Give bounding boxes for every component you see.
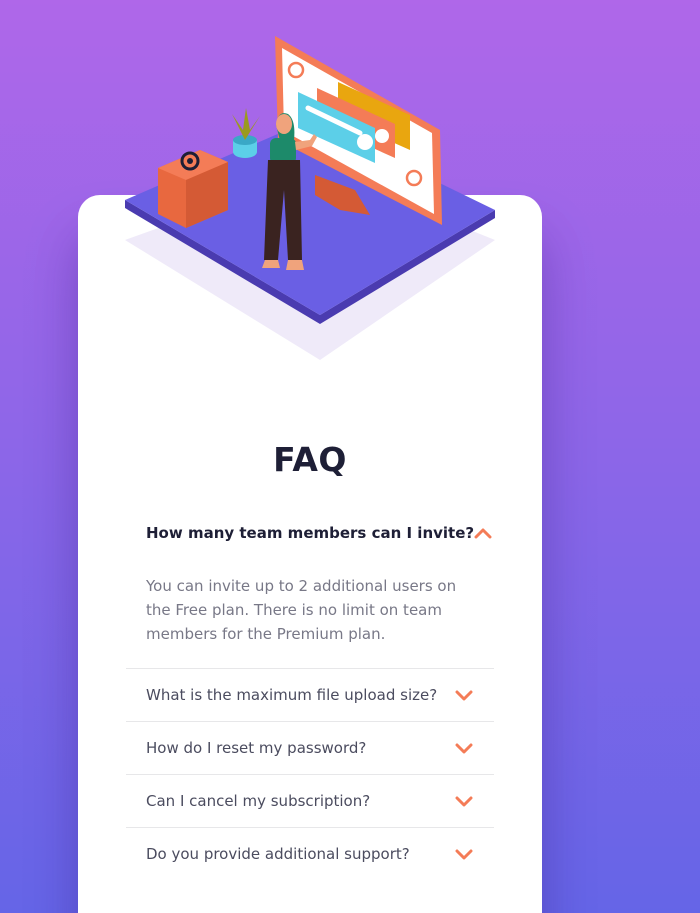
faq-item: How do I reset my password? xyxy=(126,722,494,775)
faq-item: How many team members can I invite? You … xyxy=(126,506,494,669)
faq-list: How many team members can I invite? You … xyxy=(126,506,494,880)
faq-question-button[interactable]: Do you provide additional support? xyxy=(126,828,494,880)
faq-question-text: Do you provide additional support? xyxy=(146,845,410,863)
faq-question-button[interactable]: Can I cancel my subscription? xyxy=(126,775,494,827)
chevron-up-icon[interactable] xyxy=(474,526,492,540)
chevron-down-icon[interactable] xyxy=(454,741,474,755)
faq-question-button[interactable]: How many team members can I invite? xyxy=(126,506,494,560)
faq-question-text: How many team members can I invite? xyxy=(146,524,475,542)
faq-question-button[interactable]: How do I reset my password? xyxy=(126,722,494,774)
faq-item: What is the maximum file upload size? xyxy=(126,669,494,722)
faq-item: Can I cancel my subscription? xyxy=(126,775,494,828)
faq-question-text: How do I reset my password? xyxy=(146,739,367,757)
chevron-down-icon[interactable] xyxy=(454,847,474,861)
faq-item: Do you provide additional support? xyxy=(126,828,494,880)
woman-online-illustration xyxy=(125,36,495,360)
chevron-down-icon[interactable] xyxy=(454,688,474,702)
faq-question-button[interactable]: What is the maximum file upload size? xyxy=(126,669,494,721)
faq-question-text: What is the maximum file upload size? xyxy=(146,686,438,704)
faq-answer: You can invite up to 2 additional users … xyxy=(146,577,457,643)
faq-question-text: Can I cancel my subscription? xyxy=(146,792,371,810)
chevron-down-icon[interactable] xyxy=(454,794,474,808)
page-title: FAQ xyxy=(273,440,347,479)
